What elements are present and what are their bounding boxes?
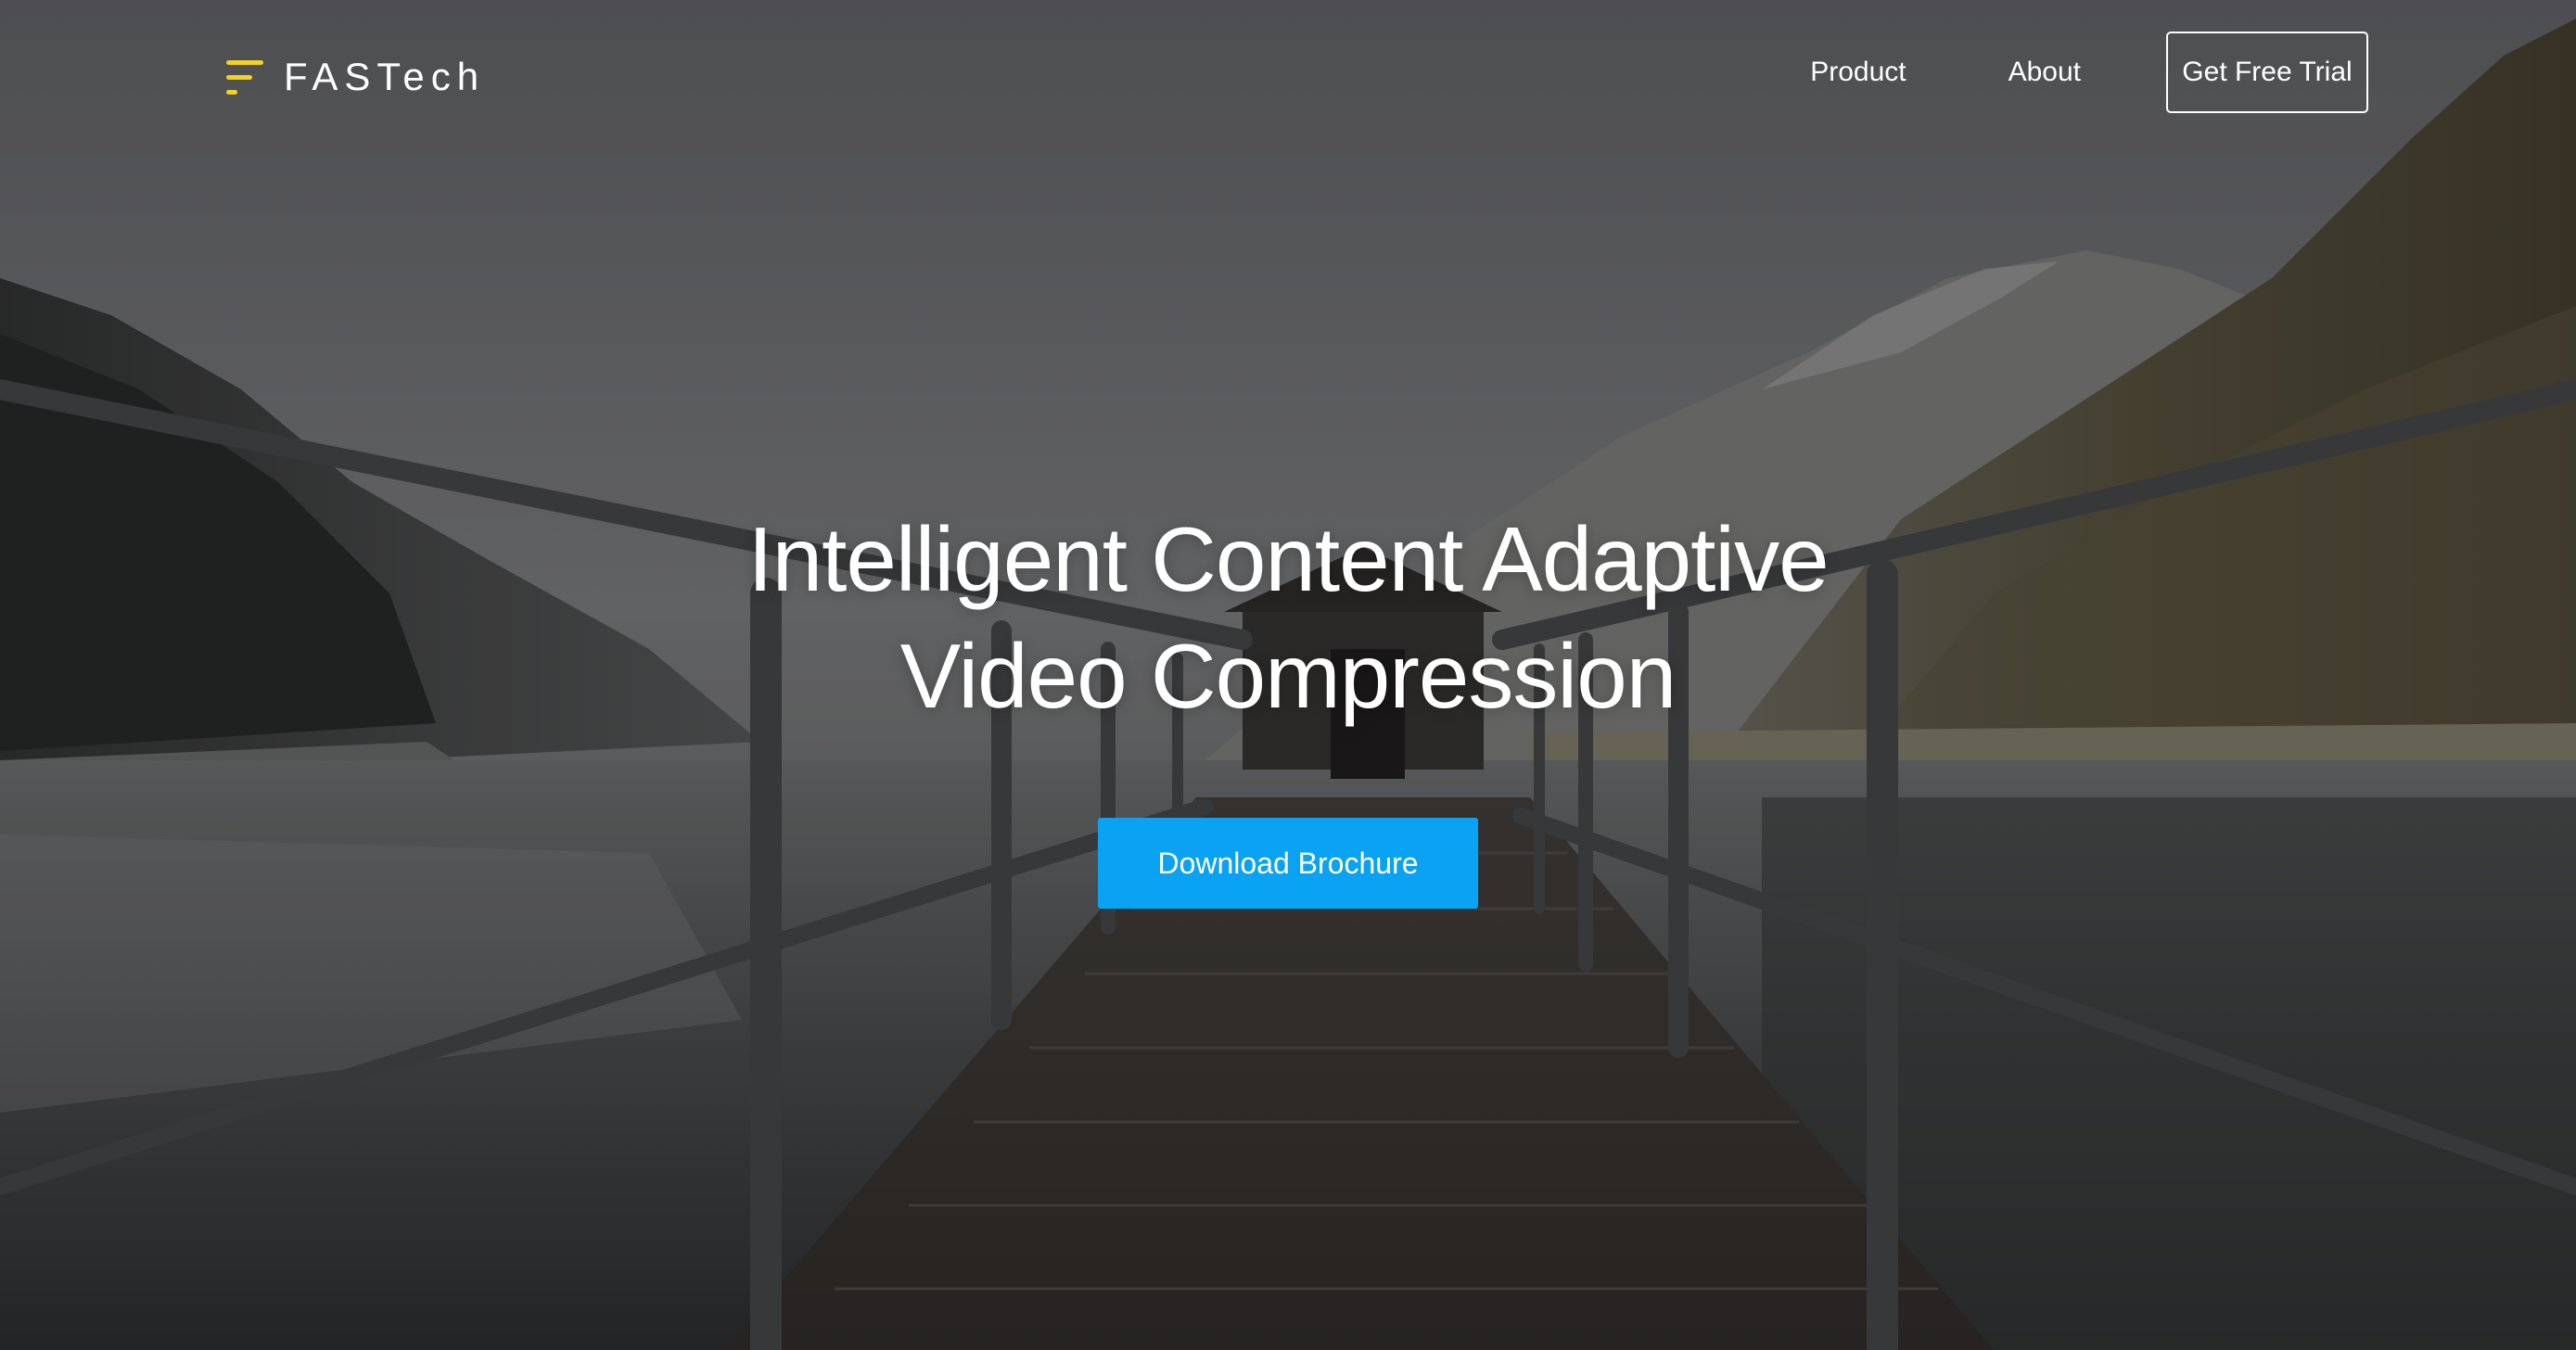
site-header: FASTech Product About Get Free Trial [0,0,2576,148]
hero-headline-line-2: Video Compression [899,625,1677,727]
download-brochure-button[interactable]: Download Brochure [1098,818,1478,909]
logo-lines-icon [226,58,263,96]
hero-headline-line-1: Intelligent Content Adaptive [747,508,1829,610]
main-nav: Product About Get Free Trial [1810,30,2368,115]
brand-logo[interactable]: FASTech [226,54,485,100]
brand-name: FASTech [284,55,486,98]
hero-headline: Intelligent Content Adaptive Video Compr… [685,501,1891,734]
nav-link-product[interactable]: Product [1810,57,1906,88]
hero-section: FASTech Product About Get Free Trial Int… [0,0,2576,1350]
get-free-trial-button[interactable]: Get Free Trial [2166,32,2368,113]
nav-link-about[interactable]: About [2009,57,2081,88]
hero-content: Intelligent Content Adaptive Video Compr… [0,501,2576,909]
